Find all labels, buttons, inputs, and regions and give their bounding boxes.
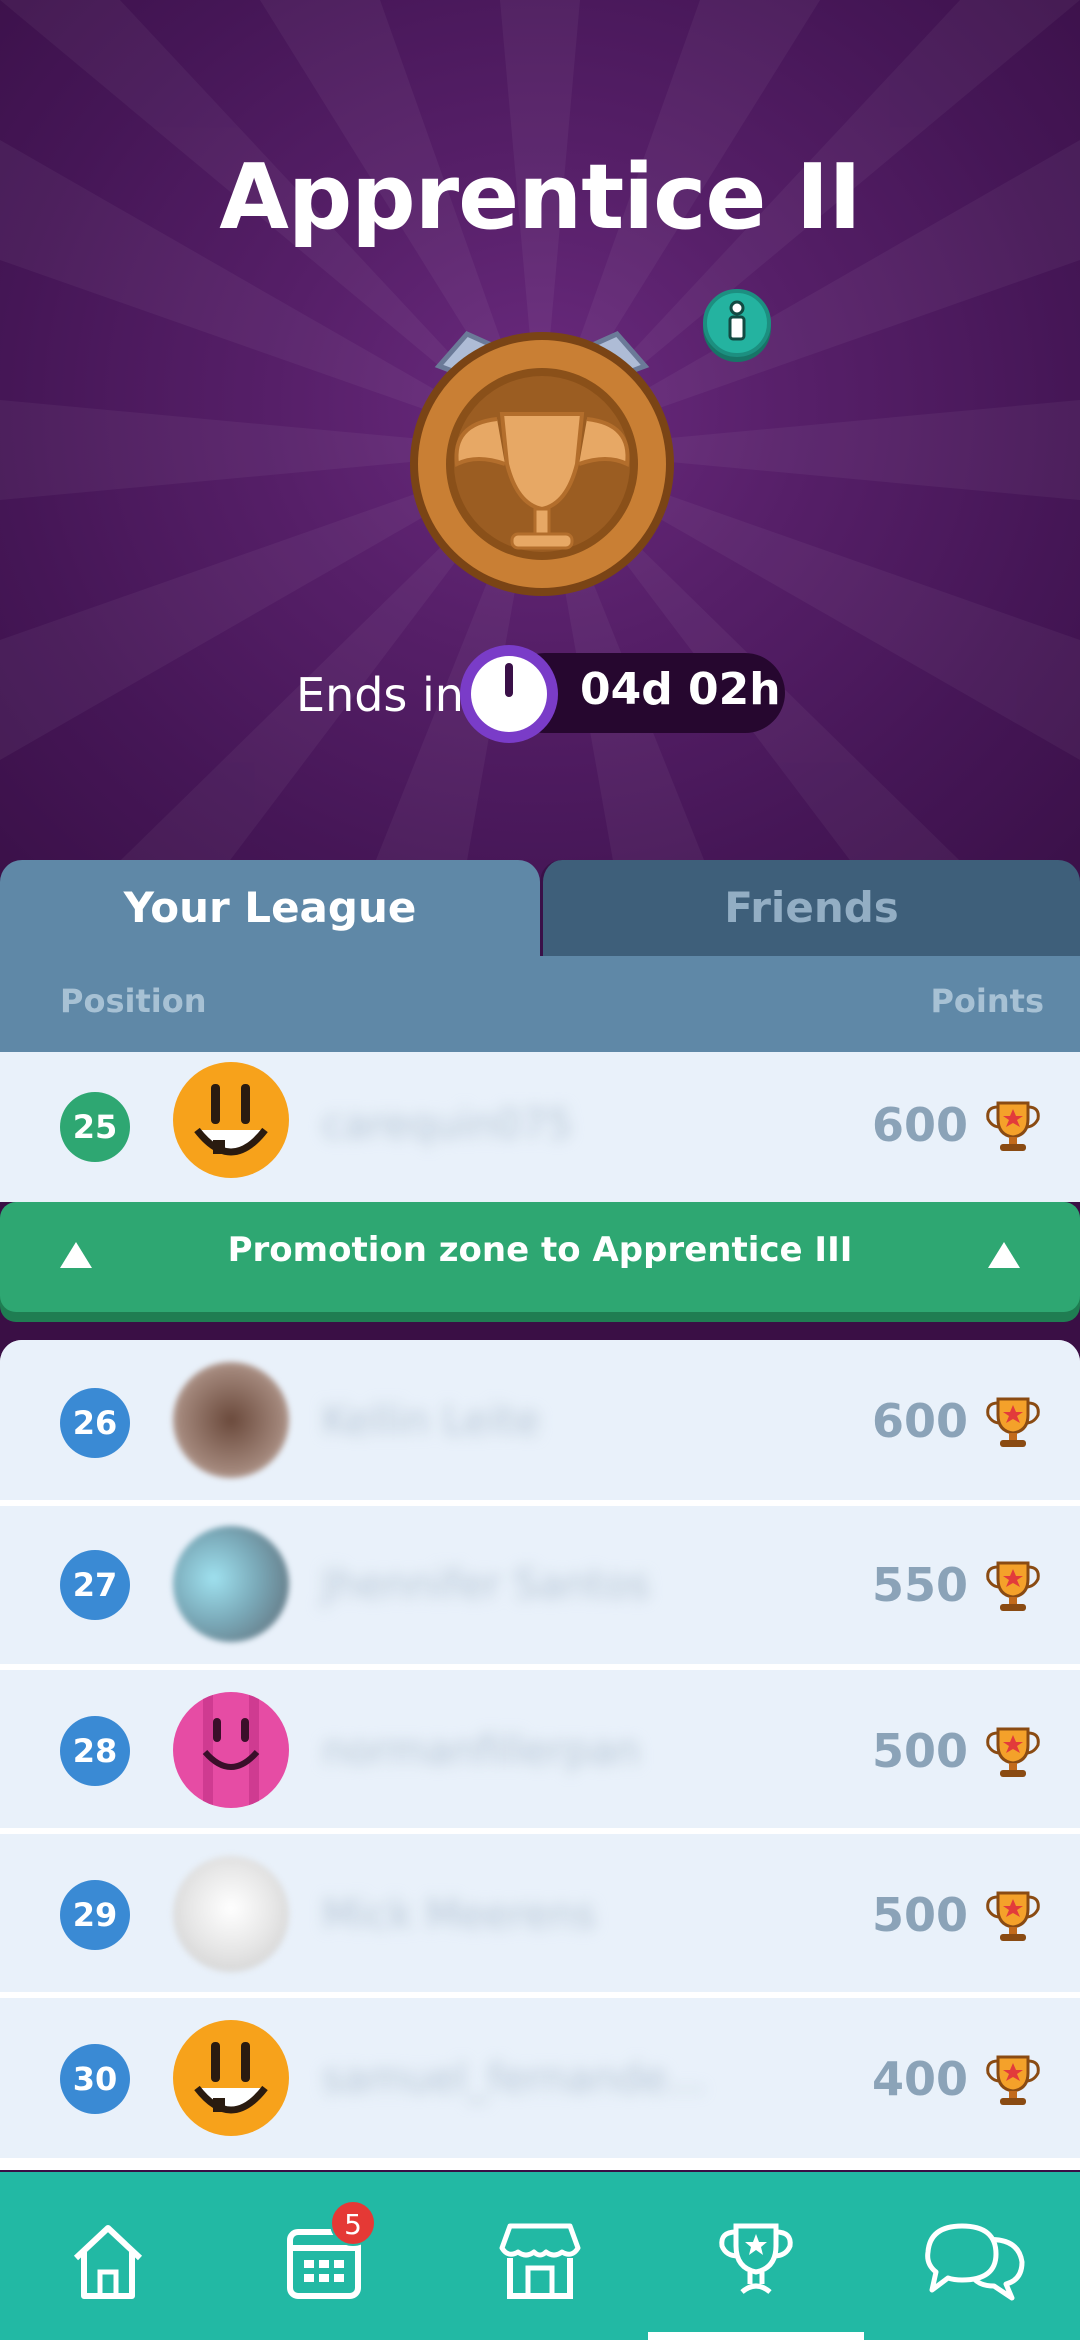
time-remaining: 04d 02h	[580, 664, 781, 715]
smiley-avatar-icon	[175, 2022, 287, 2134]
trophy-icon	[986, 1891, 1040, 1941]
position-header: Position	[60, 982, 207, 1020]
position-badge: 28	[60, 1716, 130, 1786]
position-badge: 30	[60, 2044, 130, 2114]
player-name: samuel_fernande...	[322, 2056, 706, 2102]
list-item[interactable]: 26 Kellin Leite 600	[0, 1340, 1080, 1500]
bottom-nav	[0, 2172, 1080, 2340]
ends-in-label: Ends in	[296, 668, 464, 722]
calendar-notification-badge: 5	[330, 2200, 376, 2246]
player-name: Mick Meerens	[322, 1892, 596, 1938]
smiley-avatar-icon	[175, 1692, 287, 1808]
nav-shop[interactable]	[432, 2172, 648, 2340]
player-name: Jhennifer Santos	[322, 1562, 650, 1608]
nav-chat[interactable]	[864, 2172, 1080, 2340]
position-badge: 25	[60, 1092, 130, 1162]
tab-friends[interactable]: Friends	[540, 860, 1080, 956]
league-title: Apprentice II	[219, 145, 862, 250]
player-name: carequin075	[322, 1102, 573, 1148]
current-user-row[interactable]: 25 carequin075 600	[0, 1052, 1080, 1202]
trophy-icon	[986, 1727, 1040, 1777]
league-hero: Apprentice II Ends in 04d 02h	[0, 0, 1080, 900]
smiley-avatar-icon	[175, 1064, 287, 1176]
player-points: 500	[871, 1724, 968, 1778]
list-item[interactable]: 27 Jhennifer Santos 550	[0, 1506, 1080, 1664]
avatar	[173, 1856, 289, 1972]
info-button[interactable]	[703, 289, 771, 357]
player-points: 400	[871, 2052, 968, 2106]
list-item[interactable]: 29 Mick Meerens 500	[0, 1834, 1080, 1992]
nav-leagues[interactable]	[648, 2172, 864, 2340]
position-badge: 29	[60, 1880, 130, 1950]
avatar	[173, 2020, 289, 2136]
trophy-icon	[719, 2223, 793, 2294]
nav-calendar[interactable]	[216, 2172, 432, 2340]
position-badge: 27	[60, 1550, 130, 1620]
home-icon	[73, 2225, 143, 2299]
leaderboard-list[interactable]: 26 Kellin Leite 600 27 Jhennifer Santos …	[0, 1340, 1080, 2170]
player-points: 500	[871, 1888, 968, 1942]
trophy-icon	[986, 2055, 1040, 2105]
league-badge-icon	[410, 330, 674, 596]
player-name: normanfillerpan	[322, 1728, 641, 1774]
table-header: Position Points	[0, 956, 1080, 1052]
player-points: 550	[871, 1558, 968, 1612]
trophy-icon	[986, 1561, 1040, 1611]
list-item[interactable]: 30 samuel_fernande... 400	[0, 1998, 1080, 2158]
avatar	[173, 1062, 289, 1178]
info-icon	[728, 300, 746, 341]
shop-icon	[499, 2223, 581, 2299]
active-tab-indicator	[648, 2332, 864, 2340]
position-badge: 26	[60, 1388, 130, 1458]
points-header: Points	[930, 982, 1044, 1020]
player-points: 600	[871, 1394, 968, 1448]
arrow-up-icon	[988, 1242, 1020, 1268]
trophy-icon	[986, 1397, 1040, 1447]
promotion-banner: Promotion zone to Apprentice III	[0, 1202, 1080, 1312]
nav-home[interactable]	[0, 2172, 216, 2340]
chat-icon	[925, 2223, 1025, 2301]
list-item[interactable]: 28 normanfillerpan 500	[0, 1670, 1080, 1828]
clock-icon	[460, 645, 558, 743]
avatar	[173, 1692, 289, 1808]
promotion-label: Promotion zone to Apprentice III	[227, 1230, 853, 1270]
player-points: 600	[871, 1098, 968, 1152]
player-name: Kellin Leite	[322, 1398, 540, 1444]
avatar	[173, 1526, 289, 1642]
trophy-icon	[986, 1101, 1040, 1151]
tab-your-league[interactable]: Your League	[0, 860, 540, 956]
avatar	[173, 1362, 289, 1478]
